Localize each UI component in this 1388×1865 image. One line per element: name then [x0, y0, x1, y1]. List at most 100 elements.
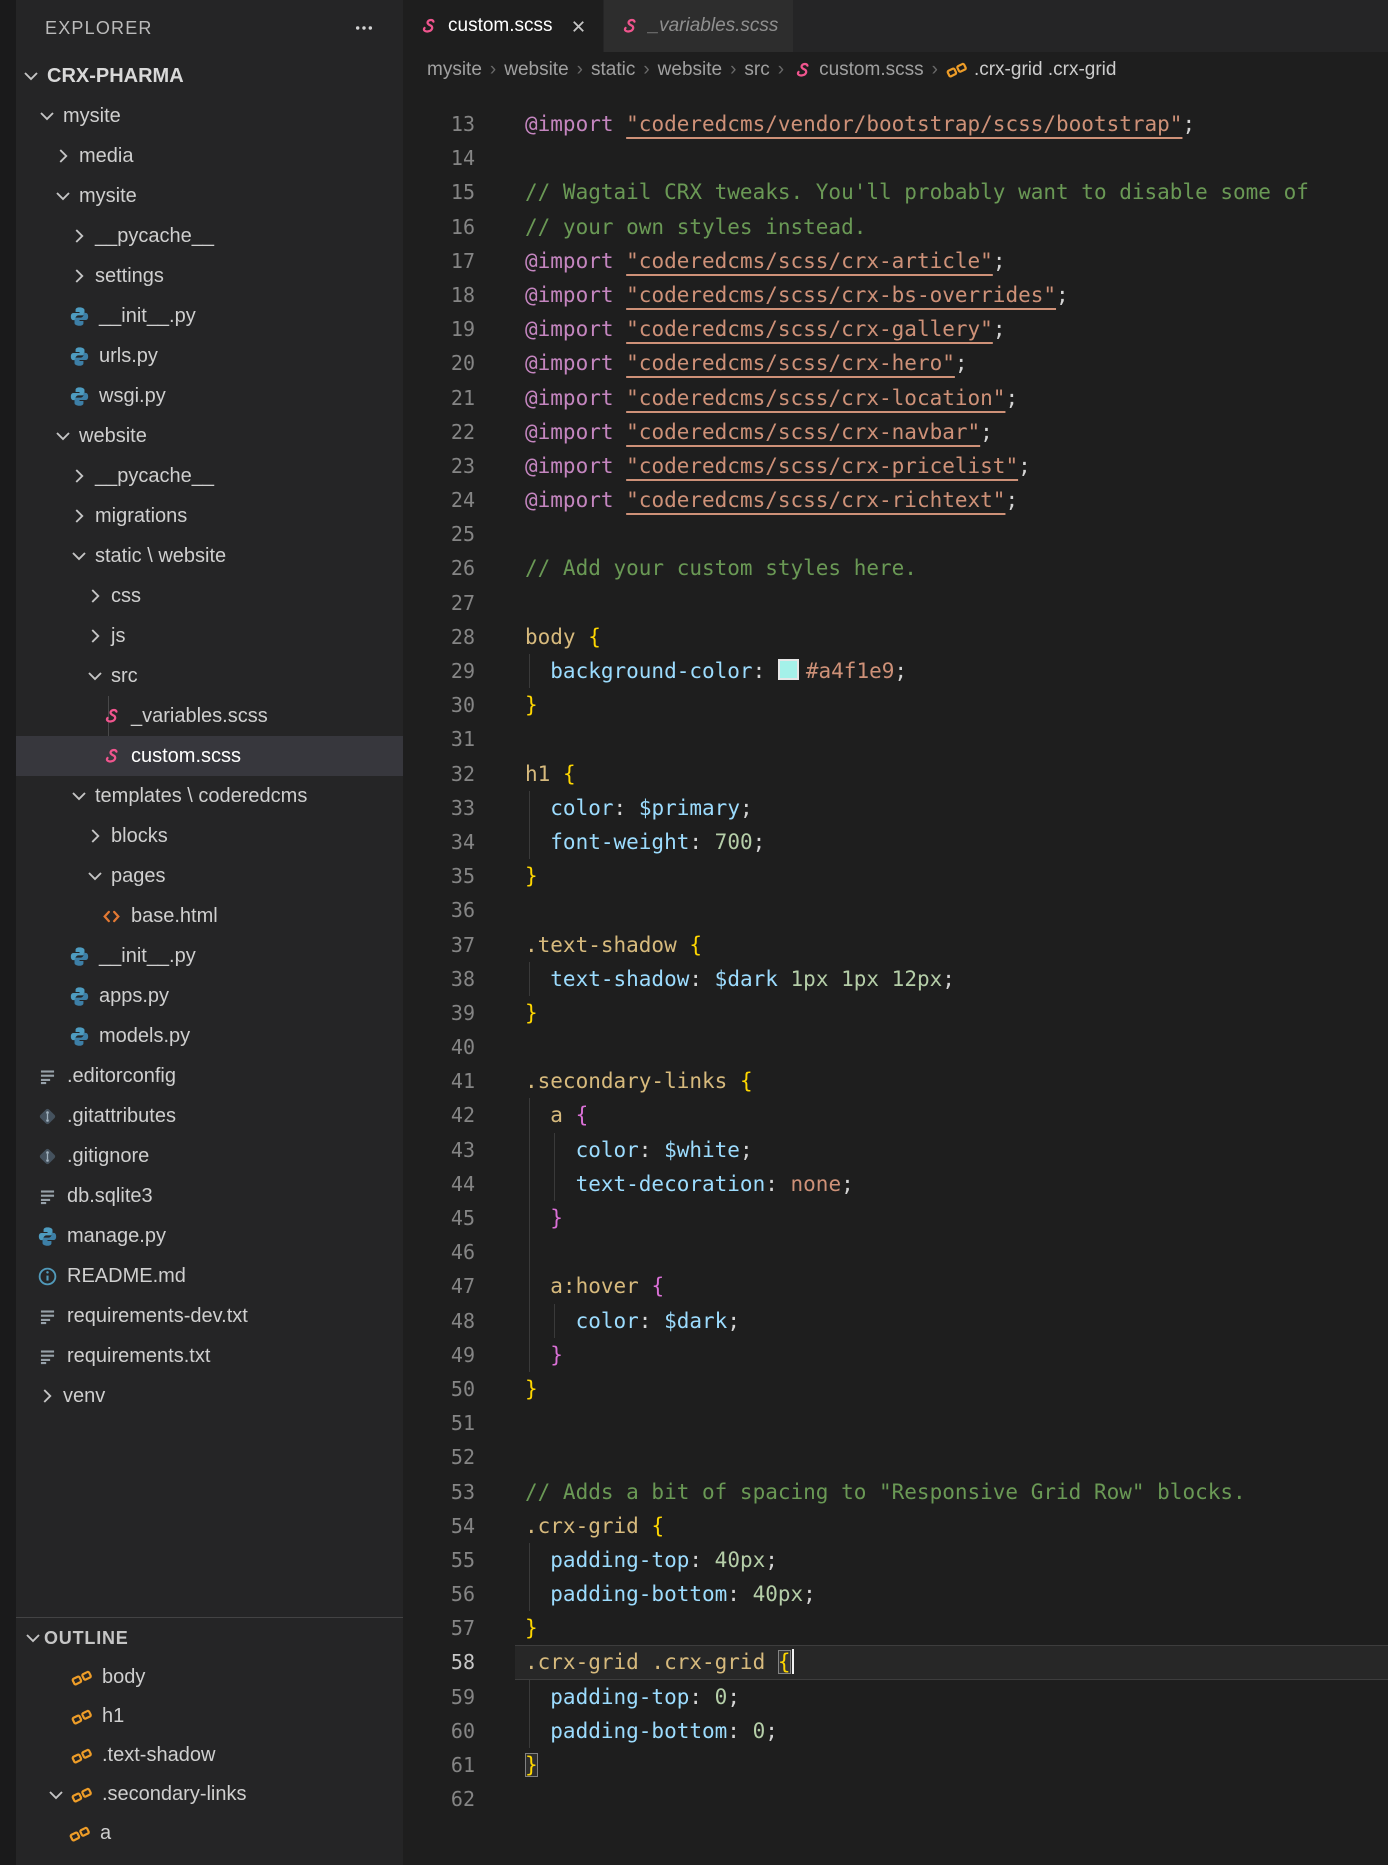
tree-folder-mysite[interactable]: mysite — [16, 96, 403, 136]
tree-file-readme-md[interactable]: README.md — [16, 1256, 403, 1296]
outline-item--secondary-links[interactable]: .secondary-links — [16, 1775, 403, 1814]
code-line-40[interactable]: 40 — [403, 1030, 1388, 1064]
tree-file-apps-py[interactable]: apps.py — [16, 976, 403, 1016]
line-number[interactable]: 62 — [403, 1782, 475, 1816]
code-line-36[interactable]: 36 — [403, 893, 1388, 927]
line-number[interactable]: 60 — [403, 1714, 475, 1748]
import-link[interactable]: "coderedcms/scss/crx-hero" — [626, 351, 955, 375]
tree-folder-settings[interactable]: settings — [16, 256, 403, 296]
code-line-28[interactable]: 28body { — [403, 620, 1388, 654]
import-link[interactable]: "coderedcms/scss/crx-pricelist" — [626, 454, 1018, 478]
code-line-49[interactable]: 49 } — [403, 1338, 1388, 1372]
line-number[interactable]: 38 — [403, 962, 475, 996]
line-number[interactable]: 20 — [403, 346, 475, 380]
tree-file-wsgi-py[interactable]: wsgi.py — [16, 376, 403, 416]
code-line-35[interactable]: 35} — [403, 859, 1388, 893]
code-line-23[interactable]: 23@import "coderedcms/scss/crx-pricelist… — [403, 449, 1388, 483]
line-number[interactable]: 34 — [403, 825, 475, 859]
tree-folder-mysite[interactable]: mysite — [16, 176, 403, 216]
tree-file-manage-py[interactable]: manage.py — [16, 1216, 403, 1256]
code-line-30[interactable]: 30} — [403, 688, 1388, 722]
code-line-54[interactable]: 54.crx-grid { — [403, 1509, 1388, 1543]
ellipsis-icon[interactable] — [353, 17, 375, 39]
code-line-14[interactable]: 14 — [403, 141, 1388, 175]
code-line-56[interactable]: 56 padding-bottom: 40px; — [403, 1577, 1388, 1611]
line-number[interactable]: 52 — [403, 1440, 475, 1474]
code-line-59[interactable]: 59 padding-top: 0; — [403, 1680, 1388, 1714]
tree-folder-website[interactable]: website — [16, 416, 403, 456]
tree-folder-migrations[interactable]: migrations — [16, 496, 403, 536]
code-line-42[interactable]: 42 a { — [403, 1098, 1388, 1132]
line-number[interactable]: 28 — [403, 620, 475, 654]
tree-folder-templates-coderedcms[interactable]: templates \ coderedcms — [16, 776, 403, 816]
breadcrumb-item-static[interactable]: static — [591, 59, 635, 81]
outline-item-h1[interactable]: h1 — [16, 1697, 403, 1736]
code-line-22[interactable]: 22@import "coderedcms/scss/crx-navbar"; — [403, 415, 1388, 449]
line-number[interactable]: 43 — [403, 1133, 475, 1167]
code-line-60[interactable]: 60 padding-bottom: 0; — [403, 1714, 1388, 1748]
tree-folder--pycache-[interactable]: __pycache__ — [16, 216, 403, 256]
code-line-50[interactable]: 50} — [403, 1372, 1388, 1406]
line-number[interactable]: 25 — [403, 517, 475, 551]
breadcrumb-item-src[interactable]: src — [744, 59, 769, 81]
code-line-62[interactable]: 62 — [403, 1782, 1388, 1816]
code-line-38[interactable]: 38 text-shadow: $dark 1px 1px 12px; — [403, 962, 1388, 996]
line-number[interactable]: 44 — [403, 1167, 475, 1201]
code-line-58[interactable]: 58.crx-grid .crx-grid { — [403, 1645, 1388, 1679]
code-line-47[interactable]: 47 a:hover { — [403, 1269, 1388, 1303]
line-number[interactable]: 40 — [403, 1030, 475, 1064]
code-line-57[interactable]: 57} — [403, 1611, 1388, 1645]
code-line-43[interactable]: 43 color: $white; — [403, 1133, 1388, 1167]
tree-file-models-py[interactable]: models.py — [16, 1016, 403, 1056]
tree-file--gitattributes[interactable]: .gitattributes — [16, 1096, 403, 1136]
code-line-41[interactable]: 41.secondary-links { — [403, 1064, 1388, 1098]
breadcrumb-item-website[interactable]: website — [658, 59, 722, 81]
tree-file-base-html[interactable]: base.html — [16, 896, 403, 936]
line-number[interactable]: 49 — [403, 1338, 475, 1372]
code-line-46[interactable]: 46 — [403, 1235, 1388, 1269]
code-line-39[interactable]: 39} — [403, 996, 1388, 1030]
tree-file-urls-py[interactable]: urls.py — [16, 336, 403, 376]
line-number[interactable]: 42 — [403, 1098, 475, 1132]
tab-custom-scss[interactable]: custom.scss — [403, 0, 603, 52]
import-link[interactable]: "coderedcms/scss/crx-richtext" — [626, 488, 1005, 512]
tree-file-custom-scss[interactable]: custom.scss — [16, 736, 403, 776]
line-number[interactable]: 24 — [403, 483, 475, 517]
outline-item-body[interactable]: body — [16, 1658, 403, 1697]
line-number[interactable]: 45 — [403, 1201, 475, 1235]
line-number[interactable]: 61 — [403, 1748, 475, 1782]
line-number[interactable]: 57 — [403, 1611, 475, 1645]
code-line-51[interactable]: 51 — [403, 1406, 1388, 1440]
code-line-18[interactable]: 18@import "coderedcms/scss/crx-bs-overri… — [403, 278, 1388, 312]
code-line-20[interactable]: 20@import "coderedcms/scss/crx-hero"; — [403, 346, 1388, 380]
import-link[interactable]: "coderedcms/scss/crx-bs-overrides" — [626, 283, 1056, 307]
line-number[interactable]: 41 — [403, 1064, 475, 1098]
code-line-15[interactable]: 15// Wagtail CRX tweaks. You'll probably… — [403, 175, 1388, 209]
line-number[interactable]: 35 — [403, 859, 475, 893]
code-line-19[interactable]: 19@import "coderedcms/scss/crx-gallery"; — [403, 312, 1388, 346]
line-number[interactable]: 36 — [403, 893, 475, 927]
tree-folder-crx-pharma[interactable]: CRX-PHARMA — [16, 56, 403, 96]
line-number[interactable]: 59 — [403, 1680, 475, 1714]
tree-file-requirements-dev-txt[interactable]: requirements-dev.txt — [16, 1296, 403, 1336]
line-number[interactable]: 50 — [403, 1372, 475, 1406]
import-link[interactable]: "coderedcms/scss/crx-navbar" — [626, 420, 980, 444]
code-line-45[interactable]: 45 } — [403, 1201, 1388, 1235]
code-line-37[interactable]: 37.text-shadow { — [403, 928, 1388, 962]
line-number[interactable]: 30 — [403, 688, 475, 722]
line-number[interactable]: 32 — [403, 757, 475, 791]
outline-item--text-shadow[interactable]: .text-shadow — [16, 1736, 403, 1775]
code-line-16[interactable]: 16// your own styles instead. — [403, 210, 1388, 244]
tree-file--gitignore[interactable]: .gitignore — [16, 1136, 403, 1176]
outline-item-a[interactable]: a — [16, 1814, 403, 1853]
close-icon[interactable] — [569, 17, 588, 36]
tree-folder-js[interactable]: js — [16, 616, 403, 656]
line-number[interactable]: 18 — [403, 278, 475, 312]
line-number[interactable]: 13 — [403, 107, 475, 141]
tree-folder-media[interactable]: media — [16, 136, 403, 176]
line-number[interactable]: 55 — [403, 1543, 475, 1577]
line-number[interactable]: 22 — [403, 415, 475, 449]
tree-folder-src[interactable]: src — [16, 656, 403, 696]
code-line-21[interactable]: 21@import "coderedcms/scss/crx-location"… — [403, 381, 1388, 415]
line-number[interactable]: 17 — [403, 244, 475, 278]
